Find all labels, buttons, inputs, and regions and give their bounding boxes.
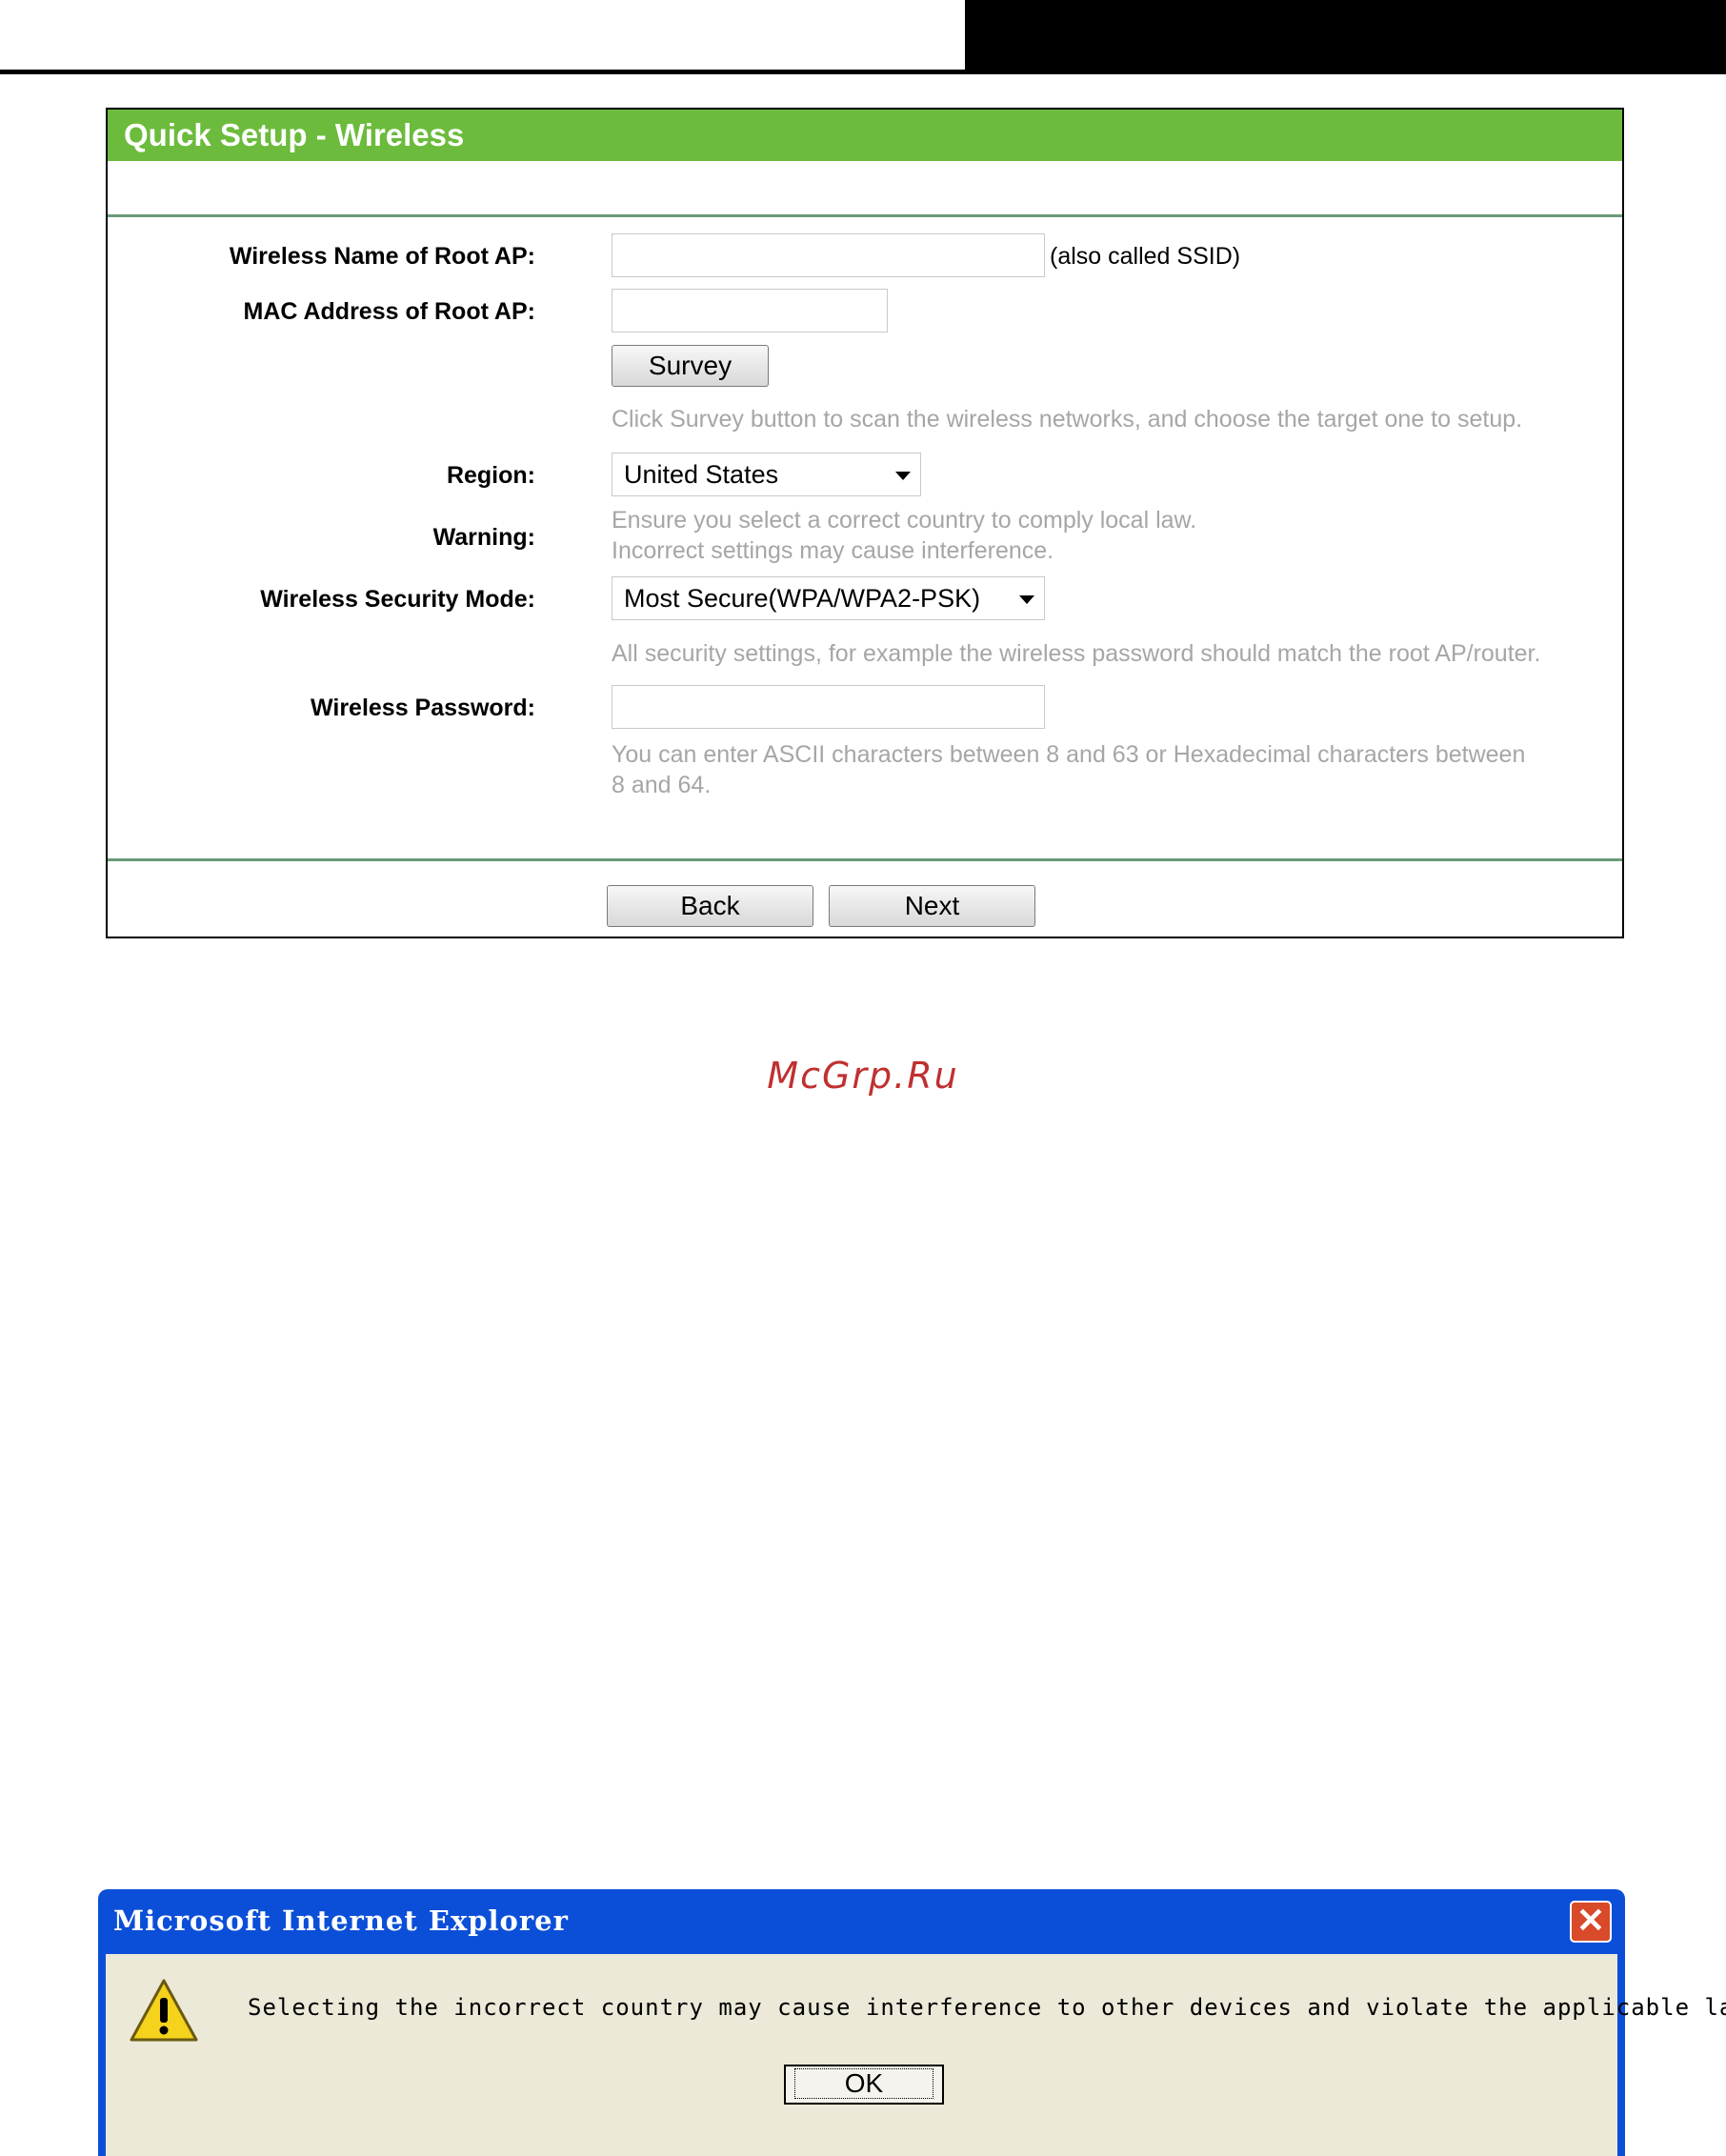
- password-hint-line-1: You can enter ASCII characters between 8…: [612, 741, 1526, 768]
- security-mode-select[interactable]: Most Secure(WPA/WPA2-PSK): [612, 576, 1045, 620]
- security-mode-label: Wireless Security Mode:: [260, 586, 535, 613]
- dialog-message: Selecting the incorrect country may caus…: [248, 1994, 1726, 2021]
- divider-bottom: [108, 858, 1622, 861]
- ssid-input[interactable]: [612, 233, 1045, 277]
- panel-title: Quick Setup - Wireless: [108, 110, 1622, 161]
- ssid-suffix: (also called SSID): [1050, 243, 1241, 270]
- ssid-label: Wireless Name of Root AP:: [229, 243, 535, 270]
- warning-line-2: Incorrect settings may cause interferenc…: [612, 537, 1054, 564]
- password-input[interactable]: [612, 685, 1045, 729]
- warning-line-1: Ensure you select a correct country to c…: [612, 507, 1197, 534]
- header-black-block: [965, 0, 1726, 72]
- header-rule: [0, 70, 1726, 74]
- ie-alert-dialog: Microsoft Internet Explorer ✕ Selecting …: [98, 1889, 1726, 2156]
- mac-label: MAC Address of Root AP:: [243, 298, 535, 325]
- next-button[interactable]: Next: [829, 885, 1035, 927]
- close-icon[interactable]: ✕: [1570, 1901, 1612, 1943]
- chevron-down-icon: [1019, 595, 1034, 604]
- back-button[interactable]: Back: [607, 885, 813, 927]
- dialog-title: Microsoft Internet Explorer: [113, 1904, 569, 1937]
- mac-input[interactable]: [612, 289, 888, 332]
- region-select[interactable]: United States: [612, 453, 921, 496]
- region-select-value: United States: [624, 460, 779, 489]
- chevron-down-icon: [895, 472, 911, 480]
- password-label: Wireless Password:: [311, 695, 535, 721]
- ok-button-label: OK: [793, 2068, 934, 2099]
- quick-setup-panel: Quick Setup - Wireless Wireless Name of …: [106, 108, 1624, 938]
- divider-top: [108, 214, 1622, 217]
- survey-hint: Click Survey button to scan the wireless…: [612, 406, 1523, 433]
- security-mode-value: Most Secure(WPA/WPA2-PSK): [624, 584, 981, 613]
- watermark: McGrp.Ru: [767, 1055, 959, 1097]
- region-label: Region:: [446, 462, 535, 489]
- warning-icon: [130, 1979, 198, 2042]
- dialog-body: Selecting the incorrect country may caus…: [106, 1954, 1726, 2156]
- ok-button[interactable]: OK: [784, 2065, 944, 2105]
- security-hint: All security settings, for example the w…: [612, 640, 1541, 667]
- warning-label: Warning:: [432, 524, 535, 551]
- survey-button[interactable]: Survey: [612, 345, 769, 387]
- password-hint-line-2: 8 and 64.: [612, 772, 712, 798]
